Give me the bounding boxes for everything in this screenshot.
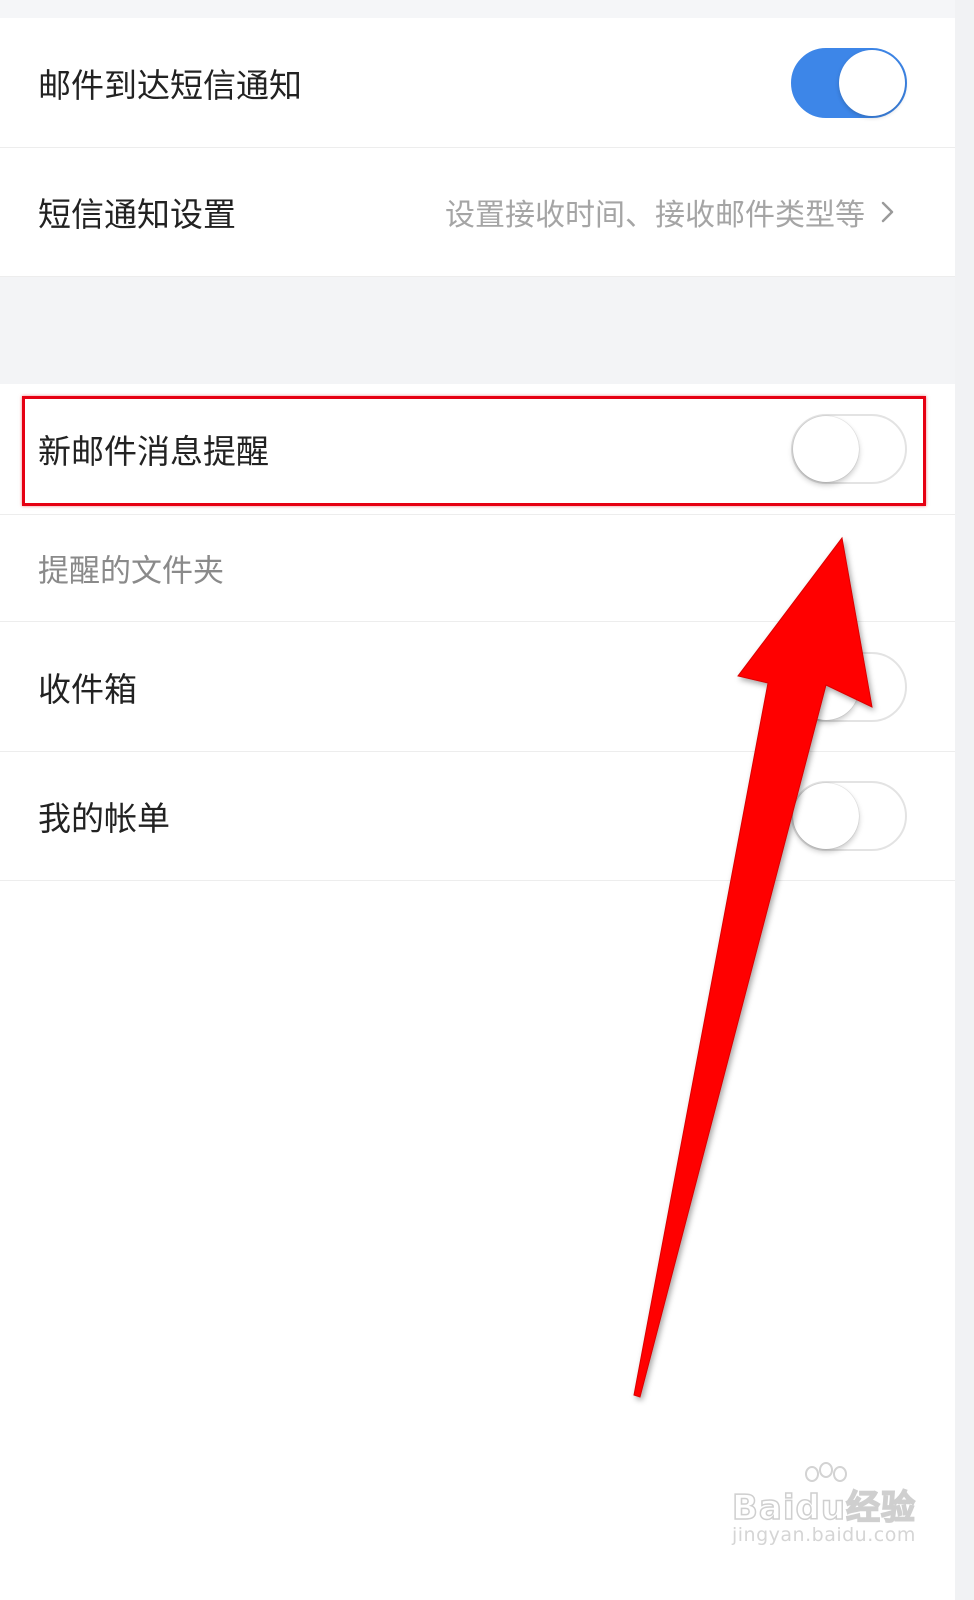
red-arrow-annotation [633, 536, 873, 1398]
watermark-logo: Baidu经验 [731, 1487, 917, 1529]
watermark: Baidu经验 jingyan.baidu.com [731, 1462, 932, 1558]
watermark-url: jingyan.baidu.com [732, 1524, 916, 1546]
arrow-shape [633, 536, 873, 1398]
